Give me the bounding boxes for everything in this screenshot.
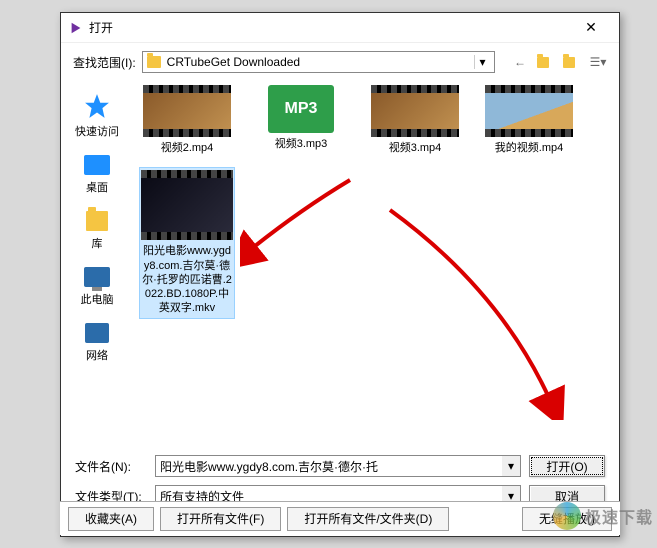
sidebar-item-label: 网络 — [86, 347, 108, 363]
dialog-title: 打开 — [89, 19, 571, 36]
chevron-down-icon[interactable]: ▾ — [474, 55, 490, 69]
file-label: 视频2.mp4 — [161, 141, 214, 155]
desktop-icon — [84, 155, 110, 175]
app-icon — [69, 21, 83, 35]
file-label: 视频3.mp4 — [389, 141, 442, 155]
filename-combo[interactable]: ▾ — [155, 455, 521, 477]
sidebar-item-this-pc[interactable]: 此电脑 — [61, 261, 133, 317]
places-sidebar: 快速访问 桌面 库 此电脑 网络 — [61, 81, 133, 449]
mp3-icon: MP3 — [268, 85, 334, 133]
look-in-value: CRTubeGet Downloaded — [167, 55, 474, 69]
sidebar-item-label: 快速访问 — [75, 123, 119, 139]
look-in-combo[interactable]: CRTubeGet Downloaded ▾ — [142, 51, 495, 73]
open-file-dialog: 打开 ✕ 查找范围(I): CRTubeGet Downloaded ▾ ← ☰… — [60, 12, 620, 537]
sidebar-item-libraries[interactable]: 库 — [61, 205, 133, 261]
close-button[interactable]: ✕ — [571, 14, 611, 42]
file-item-selected[interactable]: 阳光电影www.ygdy8.com.吉尔莫·德尔·托罗的匹诺曹.2022.BD.… — [139, 167, 235, 318]
file-item[interactable]: 视频2.mp4 — [139, 85, 235, 155]
sidebar-item-quick-access[interactable]: 快速访问 — [61, 87, 133, 149]
file-label: 视频3.mp3 — [275, 137, 328, 151]
sidebar-item-label: 此电脑 — [81, 291, 114, 307]
file-label: 我的视频.mp4 — [495, 141, 563, 155]
nav-toolbar: ← ☰▾ — [511, 53, 607, 71]
filename-input[interactable] — [156, 456, 502, 476]
open-all-files-button[interactable]: 打开所有文件(F) — [160, 507, 281, 531]
up-folder-icon[interactable] — [537, 53, 555, 71]
file-label: 阳光电影www.ygdy8.com.吉尔莫·德尔·托罗的匹诺曹.2022.BD.… — [142, 244, 232, 315]
back-icon[interactable]: ← — [511, 53, 529, 71]
chevron-down-icon[interactable]: ▾ — [502, 456, 520, 476]
new-folder-icon[interactable] — [563, 53, 581, 71]
star-icon — [84, 93, 110, 119]
watermark-text: 极速下载 — [585, 504, 653, 528]
watermark-icon — [553, 502, 581, 530]
file-item[interactable]: MP3 视频3.mp3 — [253, 85, 349, 155]
open-button[interactable]: 打开(O) — [529, 455, 605, 477]
network-icon — [85, 323, 109, 343]
library-icon — [86, 211, 108, 231]
view-menu-icon[interactable]: ☰▾ — [589, 53, 607, 71]
filename-label: 文件名(N): — [75, 458, 147, 475]
look-in-label: 查找范围(I): — [73, 54, 136, 71]
look-in-row: 查找范围(I): CRTubeGet Downloaded ▾ ← ☰▾ — [61, 43, 619, 81]
sidebar-item-network[interactable]: 网络 — [61, 317, 133, 373]
file-item[interactable]: 视频3.mp4 — [367, 85, 463, 155]
folder-icon — [147, 56, 161, 68]
titlebar: 打开 ✕ — [61, 13, 619, 43]
favorites-button[interactable]: 收藏夹(A) — [68, 507, 154, 531]
sidebar-item-label: 桌面 — [86, 179, 108, 195]
file-item[interactable]: 我的视频.mp4 — [481, 85, 577, 155]
file-list-pane[interactable]: 视频2.mp4 MP3 视频3.mp3 视频3.mp4 我的视频.mp4 阳光电… — [133, 81, 619, 449]
computer-icon — [84, 267, 110, 287]
open-all-folders-button[interactable]: 打开所有文件/文件夹(D) — [287, 507, 449, 531]
sidebar-item-label: 库 — [92, 235, 103, 251]
sidebar-item-desktop[interactable]: 桌面 — [61, 149, 133, 205]
watermark: 极速下载 — [553, 502, 653, 530]
dialog-footer-bar: 收藏夹(A) 打开所有文件(F) 打开所有文件/文件夹(D) 无缝播放() — [60, 501, 620, 535]
